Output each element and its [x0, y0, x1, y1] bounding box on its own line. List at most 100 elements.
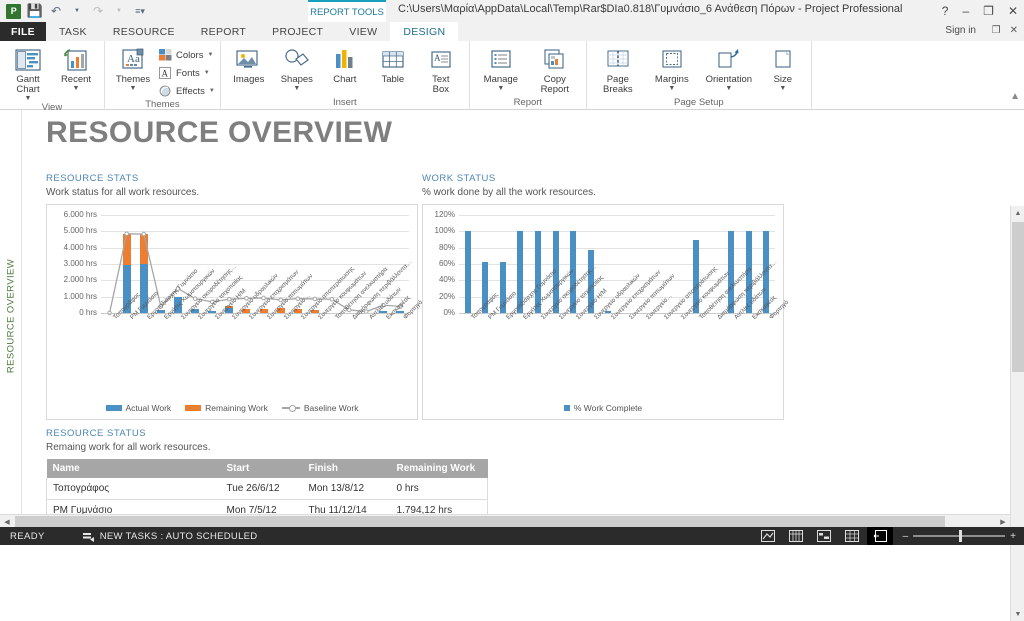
sign-in-link[interactable]: Sign in — [945, 25, 976, 36]
resource-status-heading: RESOURCE STATUS — [46, 428, 492, 439]
ribbon-close-icon[interactable]: ✕ — [1010, 25, 1018, 36]
zoom-in-button[interactable]: + — [1010, 531, 1016, 542]
task-usage-view-icon[interactable] — [783, 527, 809, 545]
tab-design[interactable]: DESIGN — [390, 22, 458, 41]
legend-label: Remaining Work — [205, 403, 268, 413]
save-icon[interactable]: 💾 — [28, 4, 42, 18]
zoom-slider[interactable]: – + — [903, 531, 1016, 542]
colors-icon — [158, 49, 172, 62]
table-row[interactable]: ΤοπογράφοςTue 26/6/12Mon 13/8/120 hrs — [47, 478, 488, 500]
horizontal-scroll-thumb[interactable] — [15, 516, 945, 527]
close-icon[interactable]: ✕ — [1008, 4, 1018, 18]
colors-caret-icon[interactable]: ▼ — [207, 52, 213, 58]
resource-sheet-view-icon[interactable] — [839, 527, 865, 545]
manage-label: Manage — [484, 75, 518, 85]
page-breaks-button[interactable]: PageBreaks — [592, 44, 644, 95]
gantt-view-icon[interactable] — [755, 527, 781, 545]
fonts-button[interactable]: A Fonts ▼ — [158, 65, 215, 81]
colors-label: Colors — [176, 50, 203, 61]
legend-item[interactable]: % Work Complete — [564, 403, 642, 413]
table-cell[interactable]: 0 hrs — [391, 478, 488, 500]
tab-project[interactable]: PROJECT — [259, 22, 336, 41]
report-canvas[interactable]: RESOURCE OVERVIEW RESOURCE STATS Work st… — [22, 110, 1024, 521]
orientation-icon — [714, 46, 744, 74]
size-button[interactable]: Size ▼ — [760, 44, 806, 92]
manage-button[interactable]: Manage ▼ — [475, 44, 527, 92]
shapes-button[interactable]: Shapes ▼ — [274, 44, 320, 92]
new-tasks-button[interactable]: NEW TASKS : AUTO SCHEDULED — [83, 531, 258, 542]
copy-report-icon — [540, 46, 570, 74]
margins-button[interactable]: Margins ▼ — [646, 44, 698, 92]
themes-button[interactable]: Aa Themes ▼ — [110, 44, 156, 92]
effects-button[interactable]: Effects ▼ — [158, 83, 215, 99]
legend-swatch — [185, 405, 201, 411]
orientation-button[interactable]: Orientation ▼ — [700, 44, 758, 92]
ribbon-restore-icon[interactable]: ❐ — [992, 25, 1001, 36]
minimize-icon[interactable]: – — [962, 4, 969, 18]
legend-item[interactable]: Remaining Work — [185, 403, 268, 413]
horizontal-scrollbar[interactable]: ◀ ▶ — [0, 514, 1010, 527]
collapse-ribbon-icon[interactable]: ▲ — [1010, 91, 1020, 102]
resource-stats-chart[interactable]: 0 hrs1.000 hrs2.000 hrs3.000 hrs4.000 hr… — [46, 204, 418, 420]
resource-stats-subtitle: Work status for all work resources. — [46, 187, 418, 198]
margins-caret-icon[interactable]: ▼ — [668, 86, 675, 92]
report-view-icon[interactable] — [867, 527, 893, 545]
table-cell[interactable]: Tue 26/6/12 — [221, 478, 303, 500]
zoom-track[interactable] — [913, 535, 1005, 537]
effects-label: Effects — [176, 86, 205, 97]
table-cell[interactable]: Mon 13/8/12 — [303, 478, 391, 500]
recent-button[interactable]: Recent ▼ — [53, 44, 99, 92]
themes-caret-icon[interactable]: ▼ — [130, 86, 137, 92]
images-button[interactable]: Images — [226, 44, 272, 85]
vertical-view-tab-label: RESOURCE OVERVIEW — [5, 258, 16, 372]
undo-dropdown-icon[interactable]: ▼ — [70, 4, 84, 18]
zoom-out-button[interactable]: – — [903, 531, 909, 542]
resource-status-table[interactable]: NameStartFinishRemaining Work Τοπογράφος… — [46, 459, 488, 521]
colors-button[interactable]: Colors ▼ — [158, 47, 215, 63]
gantt-chart-button[interactable]: GanttChart ▼ — [5, 44, 51, 102]
restore-icon[interactable]: ❐ — [983, 4, 994, 18]
table-cell[interactable]: Τοπογράφος — [47, 478, 221, 500]
scroll-down-icon[interactable]: ▼ — [1011, 607, 1024, 621]
y-axis-tick-label: 100% — [425, 226, 455, 235]
shapes-label: Shapes — [281, 75, 313, 85]
tab-task[interactable]: TASK — [46, 22, 100, 41]
size-caret-icon[interactable]: ▼ — [779, 86, 786, 92]
help-icon[interactable]: ? — [942, 4, 949, 18]
table-button[interactable]: Table — [370, 44, 416, 85]
vertical-scroll-thumb[interactable] — [1012, 222, 1024, 372]
table-header-0[interactable]: Name — [47, 459, 221, 478]
y-axis-tick-label: 60% — [425, 259, 455, 268]
copy-report-button[interactable]: CopyReport — [529, 44, 581, 95]
redo-icon[interactable]: ↷ — [91, 4, 105, 18]
fonts-label: Fonts — [176, 68, 200, 79]
work-status-chart[interactable]: 0%20%40%60%80%100%120%ΤοπογράφοςPM Γυμνά… — [422, 204, 784, 420]
recent-caret-icon[interactable]: ▼ — [73, 86, 80, 92]
legend-item[interactable]: Actual Work — [106, 403, 172, 413]
vertical-view-tab[interactable]: RESOURCE OVERVIEW — [0, 110, 22, 521]
table-header-3[interactable]: Remaining Work — [391, 459, 488, 478]
effects-caret-icon[interactable]: ▼ — [209, 88, 215, 94]
manage-caret-icon[interactable]: ▼ — [497, 86, 504, 92]
undo-icon[interactable]: ↶ — [49, 4, 63, 18]
ribbon-group-themes: Aa Themes ▼ — [105, 41, 221, 110]
tab-report[interactable]: REPORT — [188, 22, 259, 41]
vertical-scrollbar[interactable]: ▲ ▼ — [1010, 206, 1024, 621]
chart-button[interactable]: Chart — [322, 44, 368, 85]
team-planner-view-icon[interactable] — [811, 527, 837, 545]
text-box-button[interactable]: A TextBox — [418, 44, 464, 95]
table-header-2[interactable]: Finish — [303, 459, 391, 478]
table-header-1[interactable]: Start — [221, 459, 303, 478]
zoom-thumb[interactable] — [959, 530, 962, 542]
customize-qat-icon[interactable]: ≡▾ — [133, 4, 147, 18]
redo-dropdown-icon[interactable]: ▼ — [112, 4, 126, 18]
shapes-caret-icon[interactable]: ▼ — [293, 86, 300, 92]
tab-resource[interactable]: RESOURCE — [100, 22, 188, 41]
tab-view[interactable]: VIEW — [336, 22, 390, 41]
fonts-caret-icon[interactable]: ▼ — [204, 70, 210, 76]
orientation-caret-icon[interactable]: ▼ — [725, 86, 732, 92]
tab-file[interactable]: FILE — [0, 22, 46, 41]
legend-item[interactable]: Baseline Work — [282, 403, 359, 413]
scroll-up-icon[interactable]: ▲ — [1011, 206, 1024, 220]
bar-work-complete[interactable] — [465, 231, 471, 313]
